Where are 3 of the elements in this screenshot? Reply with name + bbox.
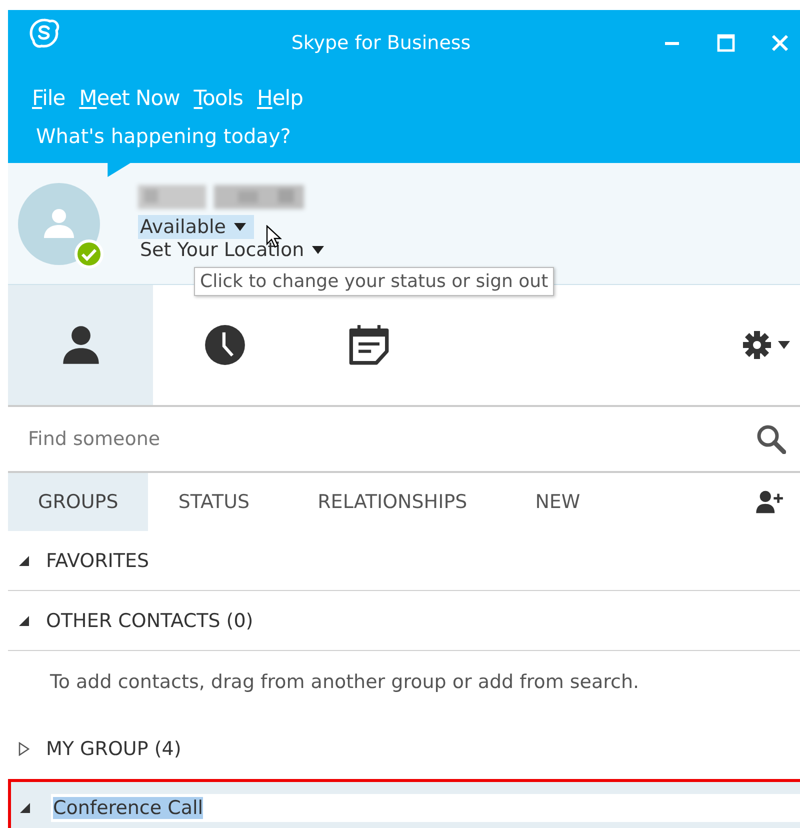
empty-group-hint: To add contacts, drag from another group or add from search.	[49, 670, 640, 695]
window-title: Skype for Business	[290, 32, 472, 54]
tooltip: Click to change your status or sign out	[194, 267, 554, 296]
